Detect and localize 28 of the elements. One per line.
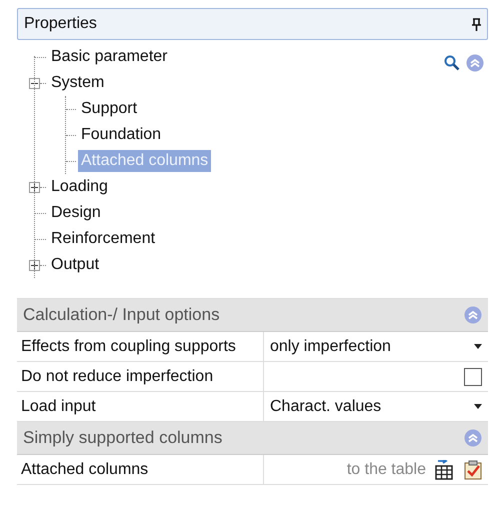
- tree-item[interactable]: Output: [48, 254, 102, 276]
- property-label: Load input: [17, 392, 264, 421]
- search-icon[interactable]: [444, 55, 460, 71]
- dropdown-caret-icon[interactable]: [474, 344, 482, 349]
- table-import-icon[interactable]: [434, 460, 454, 480]
- section-title: Simply supported columns: [23, 428, 222, 448]
- tree-item[interactable]: Basic parameter: [48, 46, 170, 68]
- dropdown-caret-icon[interactable]: [474, 404, 482, 409]
- panel-title: Properties: [24, 15, 97, 33]
- expand-toggle-icon[interactable]: [29, 260, 40, 270]
- tree-item[interactable]: System: [48, 72, 108, 94]
- table-link[interactable]: to the table: [346, 460, 426, 478]
- dropdown-field[interactable]: only imperfection: [264, 332, 488, 361]
- property-label: Attached columns: [17, 455, 264, 484]
- tree-item[interactable]: Design: [48, 202, 104, 224]
- pin-icon[interactable]: [472, 18, 481, 30]
- clipboard-check-icon[interactable]: [464, 460, 482, 480]
- checkbox[interactable]: [464, 368, 482, 386]
- property-label: Effects from coupling supports: [17, 332, 264, 361]
- collapse-toggle-icon[interactable]: [29, 78, 40, 88]
- tree-item[interactable]: Loading: [48, 176, 111, 198]
- tree-item[interactable]: Reinforcement: [48, 228, 158, 250]
- expand-toggle-icon[interactable]: [29, 182, 40, 192]
- property-label: Do not reduce imperfection: [17, 362, 264, 391]
- tree-item[interactable]: Foundation: [78, 124, 164, 146]
- section-title: Calculation-/ Input options: [23, 305, 220, 325]
- tree-item[interactable]: Support: [78, 98, 140, 120]
- dropdown-field[interactable]: Charact. values: [264, 392, 488, 421]
